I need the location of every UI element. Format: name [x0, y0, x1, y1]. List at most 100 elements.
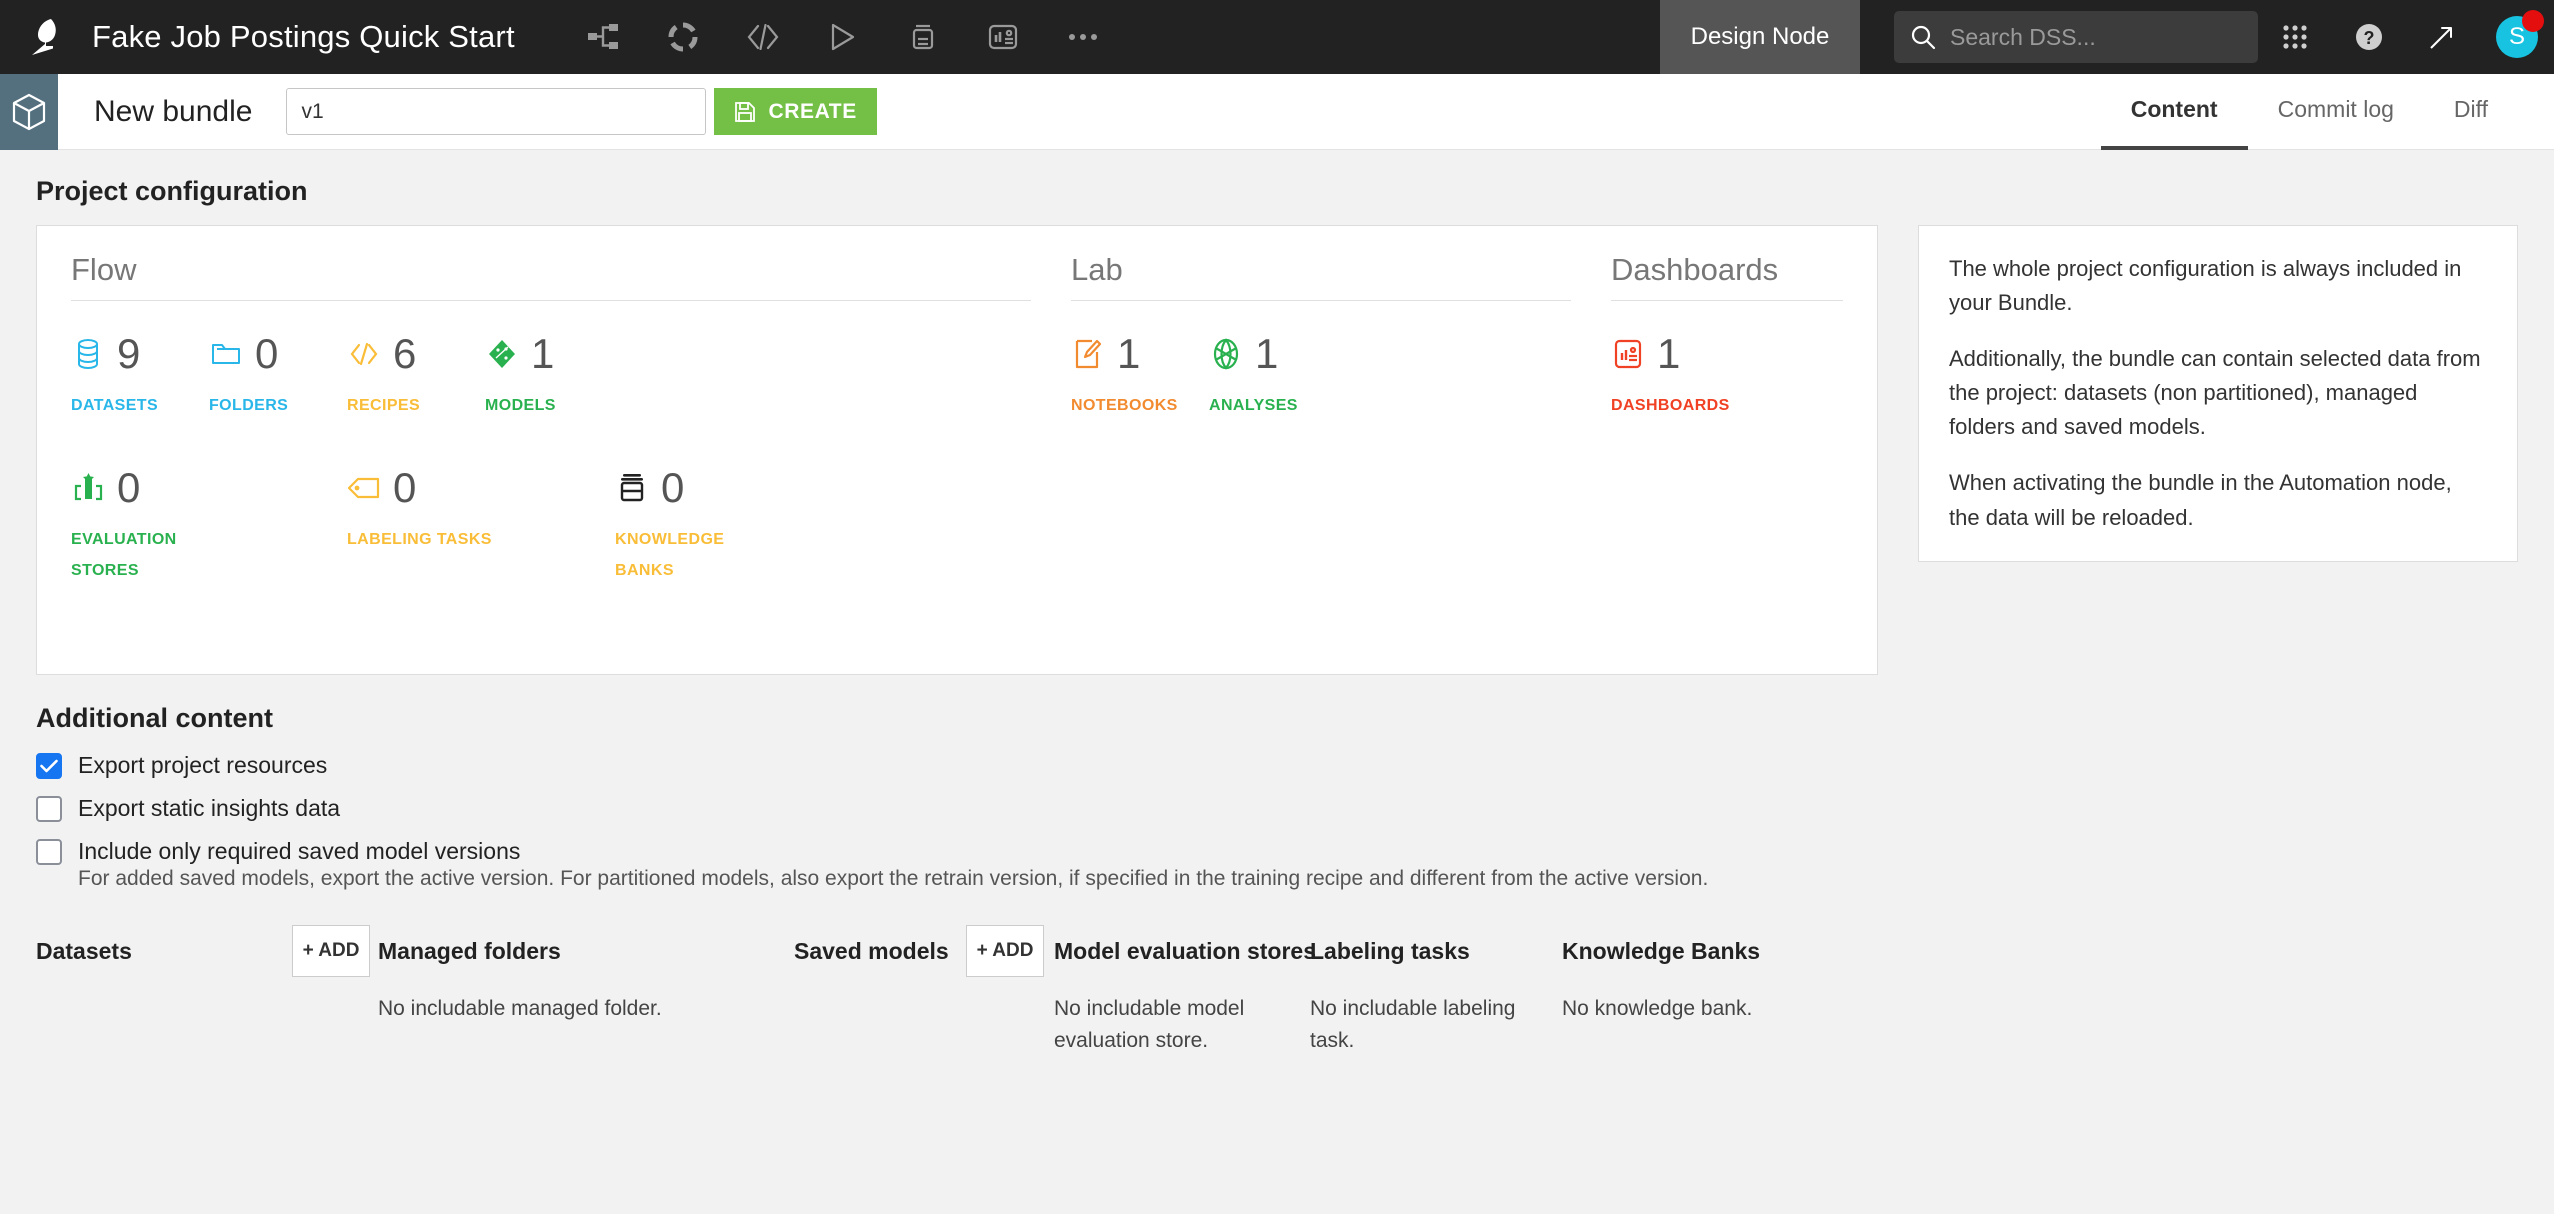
- stat-evaluation-stores[interactable]: 0 EVALUATION STORES: [71, 461, 347, 586]
- stat-dashboards[interactable]: 1 DASHBOARDS: [1611, 327, 1749, 421]
- dashboards-icon[interactable]: [963, 0, 1043, 74]
- column-managed-folders: Managed folders No includable managed fo…: [378, 925, 794, 1025]
- node-type-label[interactable]: Design Node: [1660, 0, 1860, 74]
- column-labeling-tasks: Labeling tasks No includable labeling ta…: [1310, 925, 1562, 1056]
- create-button-label: CREATE: [768, 99, 857, 123]
- help-circle-icon[interactable]: ?: [2332, 0, 2406, 74]
- column-saved-models-add: + ADD: [966, 925, 1054, 977]
- stat-group-flow: Flow 9 DATASETS 0 FOLDERS 6 RECIPES 1 MO…: [57, 252, 1057, 586]
- column-title: Managed folders: [378, 937, 561, 964]
- stat-value: 1: [1657, 330, 1681, 377]
- stat-value: 0: [255, 330, 279, 377]
- flow-icon[interactable]: [563, 0, 643, 74]
- code-brackets-icon: [347, 336, 381, 372]
- dataset-stack-icon: [71, 336, 105, 372]
- notebook-pencil-icon: [1071, 336, 1105, 372]
- stat-group-dashboards: Dashboards 1 DASHBOARDS: [1597, 252, 1857, 586]
- bundle-cube-icon: [0, 73, 58, 150]
- group-title-lab: Lab: [1071, 252, 1123, 287]
- checkbox-include-required-saved-model-versions[interactable]: Include only required saved model versio…: [36, 838, 2518, 865]
- group-divider: [1071, 300, 1571, 301]
- project-configuration-title: Project configuration: [36, 176, 308, 206]
- stat-labeling-tasks[interactable]: 0 LABELING TASKS: [347, 461, 615, 586]
- stat-value: 9: [117, 330, 141, 377]
- project-nav-icons: [563, 0, 1123, 74]
- top-navigation-bar: Fake Job Postings Quick Start Design Nod…: [0, 0, 2554, 74]
- add-saved-model-button[interactable]: + ADD: [966, 925, 1044, 977]
- group-divider: [1611, 300, 1843, 301]
- bundle-toolbar: New bundle CREATE Content Commit log Dif…: [0, 73, 2554, 150]
- group-title-dashboards: Dashboards: [1611, 252, 1779, 287]
- trending-up-icon[interactable]: [2406, 0, 2480, 74]
- group-title-flow: Flow: [71, 252, 137, 287]
- add-dataset-button[interactable]: + ADD: [292, 925, 370, 977]
- avatar[interactable]: S: [2480, 0, 2554, 74]
- automation-icon[interactable]: [803, 0, 883, 74]
- column-title: Saved models: [794, 937, 949, 964]
- stat-value: 6: [393, 330, 417, 377]
- check-icon: [40, 759, 58, 772]
- checkbox-export-static-insights-data[interactable]: Export static insights data: [36, 795, 2518, 822]
- search-input[interactable]: Search DSS...: [1894, 11, 2258, 63]
- info-paragraph-1: The whole project configuration is alway…: [1949, 256, 2462, 316]
- stat-label: RECIPES: [347, 397, 421, 414]
- dataiku-bird-logo-icon: [32, 19, 56, 55]
- more-icon[interactable]: [1043, 0, 1123, 74]
- lab-icon[interactable]: [643, 0, 723, 74]
- checkbox-label: Export static insights data: [78, 795, 341, 821]
- create-button[interactable]: CREATE: [714, 88, 877, 135]
- tab-commit-log[interactable]: Commit log: [2248, 74, 2424, 150]
- stat-label: ANALYSES: [1209, 397, 1298, 414]
- main-content: Project configuration Flow 9 DATASETS 0 …: [0, 150, 2554, 1056]
- topbar-right-group: Design Node Search DSS... ? S: [1660, 0, 2554, 74]
- stat-label: FOLDERS: [209, 397, 289, 414]
- flow-stats-row-1: 9 DATASETS 0 FOLDERS 6 RECIPES 1 MODELS: [57, 327, 1057, 421]
- notification-badge[interactable]: [2522, 10, 2544, 32]
- stat-models[interactable]: 1 MODELS: [485, 327, 623, 421]
- tab-content[interactable]: Content: [2100, 74, 2248, 150]
- column-empty-message: No includable model evaluation store.: [1054, 997, 1245, 1052]
- column-empty-message: No includable managed folder.: [378, 997, 662, 1020]
- checkbox-box[interactable]: [36, 795, 62, 822]
- bundle-page-title: New bundle: [94, 94, 253, 128]
- stat-label: KNOWLEDGE BANKS: [615, 531, 725, 579]
- flow-stats-row-2: 0 EVALUATION STORES 0 LABELING TASKS 0 K…: [57, 461, 1057, 586]
- column-empty-message: No includable labeling task.: [1310, 997, 1516, 1052]
- group-divider: [71, 300, 1031, 301]
- stat-value: 0: [393, 464, 417, 512]
- dashboard-chart-icon: [1611, 336, 1645, 372]
- stat-analyses[interactable]: 1 ANALYSES: [1209, 327, 1347, 421]
- bundle-info-panel: The whole project configuration is alway…: [1918, 225, 2518, 562]
- apps-grid-icon[interactable]: [2258, 0, 2332, 74]
- dataiku-logo[interactable]: [0, 0, 92, 74]
- checkbox-export-project-resources[interactable]: Export project resources: [36, 752, 2518, 779]
- includable-content-columns: Datasets + ADD Managed folders No includ…: [36, 925, 2518, 1056]
- additional-content-title: Additional content: [36, 703, 273, 733]
- additional-content-checkboxes: Export project resources Export static i…: [36, 752, 2518, 891]
- stat-value: 1: [1255, 330, 1279, 377]
- stat-datasets[interactable]: 9 DATASETS: [71, 327, 209, 421]
- stat-folders[interactable]: 0 FOLDERS: [209, 327, 347, 421]
- folder-icon: [209, 336, 243, 372]
- bundle-version-input[interactable]: [286, 88, 707, 135]
- jobs-icon[interactable]: [883, 0, 963, 74]
- checkbox-helper-text: For added saved models, export the activ…: [78, 867, 1709, 890]
- stat-recipes[interactable]: 6 RECIPES: [347, 327, 485, 421]
- configuration-row: Flow 9 DATASETS 0 FOLDERS 6 RECIPES 1 MO…: [36, 225, 2518, 675]
- column-title: Model evaluation stores: [1054, 937, 1317, 964]
- column-knowledge-banks: Knowledge Banks No knowledge bank.: [1562, 925, 1822, 1025]
- knowledge-bank-icon: [615, 470, 649, 506]
- stat-label: DASHBOARDS: [1611, 397, 1730, 414]
- tab-diff[interactable]: Diff: [2424, 74, 2518, 150]
- stat-label: MODELS: [485, 397, 556, 414]
- code-icon[interactable]: [723, 0, 803, 74]
- column-title: Knowledge Banks: [1562, 937, 1761, 964]
- column-datasets: Datasets: [36, 925, 292, 977]
- checkbox-box[interactable]: [36, 838, 62, 865]
- checkbox-label: Export project resources: [78, 752, 328, 778]
- analysis-aperture-icon: [1209, 336, 1243, 372]
- stat-notebooks[interactable]: 1 NOTEBOOKS: [1071, 327, 1209, 421]
- checkbox-box[interactable]: [36, 752, 62, 779]
- stat-knowledge-banks[interactable]: 0 KNOWLEDGE BANKS: [615, 461, 845, 586]
- save-disk-icon: [735, 101, 756, 122]
